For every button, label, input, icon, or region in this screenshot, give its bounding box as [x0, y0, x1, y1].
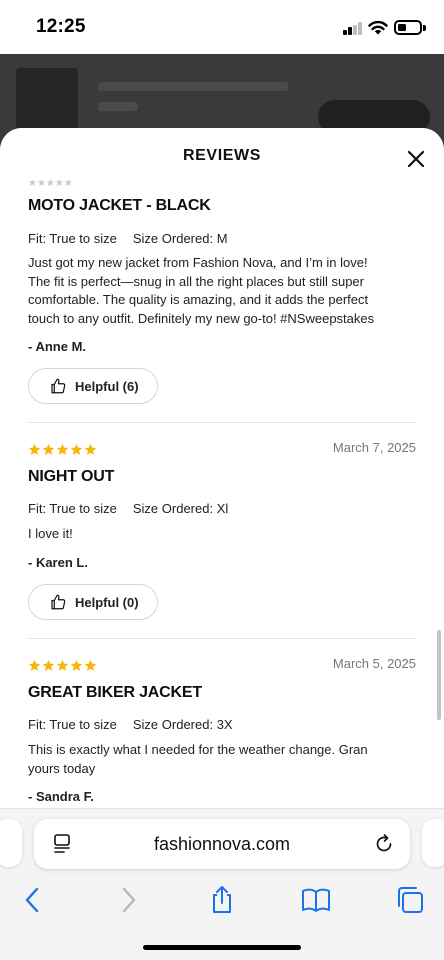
review-author: - Karen L. — [28, 555, 88, 570]
star-icon — [84, 659, 97, 671]
star-icon — [56, 659, 69, 671]
review-stars — [28, 443, 97, 457]
close-icon[interactable] — [402, 145, 430, 173]
review-fit: Fit: True to size — [28, 231, 117, 246]
product-price-placeholder — [98, 102, 138, 111]
review-stars — [28, 659, 97, 673]
address-bar[interactable]: fashionnova.com — [34, 819, 410, 869]
helpful-button[interactable]: Helpful (0) — [28, 584, 158, 620]
star-icon — [42, 443, 55, 455]
review-size: Size Ordered: M — [132, 231, 228, 246]
review-title: MOTO JACKET - BLACK — [28, 197, 211, 214]
reload-icon[interactable] — [372, 832, 396, 856]
review-date: March 5, 2025 — [332, 656, 416, 671]
star-icon — [70, 659, 83, 671]
next-tab-card[interactable] — [422, 819, 444, 867]
review-author: - Anne M. — [28, 339, 87, 354]
thumbs-up-icon — [51, 594, 66, 610]
previous-tab-card[interactable] — [0, 819, 22, 867]
review-divider — [28, 422, 416, 423]
review-date: March 7, 2025 — [332, 440, 416, 455]
tabs-icon[interactable] — [394, 884, 426, 916]
star-icon — [84, 443, 97, 455]
battery-icon — [394, 20, 426, 35]
cellular-signal-icon — [343, 22, 363, 35]
review-size: Size Ordered: 3X — [132, 717, 233, 732]
star-icon — [42, 659, 55, 671]
reviews-sheet: REVIEWS ★★★★★ MOTO JACKET - BLACK Fit: T… — [0, 128, 444, 808]
bookmarks-icon[interactable] — [300, 884, 332, 916]
review-author: - Sandra F. — [28, 789, 94, 804]
star-icon — [28, 443, 41, 455]
forward-icon[interactable] — [112, 884, 144, 916]
star-icon — [56, 443, 69, 455]
helpful-label: Helpful (0) — [75, 594, 139, 610]
thumbs-up-icon — [51, 378, 66, 394]
sheet-header: REVIEWS — [0, 128, 444, 180]
review-fit-row: Fit: True to size Size Ordered: M — [28, 231, 228, 246]
scrollbar[interactable] — [437, 630, 441, 720]
review-title: NIGHT OUT — [28, 468, 115, 485]
browser-url-area: fashionnova.com — [0, 808, 444, 880]
review-body: This is exactly what I needed for the we… — [28, 742, 368, 776]
star-icon — [70, 443, 83, 455]
status-bar: 12:25 — [0, 0, 444, 54]
review-title: GREAT BIKER JACKET — [28, 684, 202, 701]
wifi-icon — [368, 20, 388, 35]
helpful-label: Helpful (6) — [75, 378, 139, 394]
review-divider — [28, 638, 416, 639]
review-fit-row: Fit: True to size Size Ordered: Xl — [28, 501, 228, 516]
browser-toolbar — [0, 880, 444, 960]
product-name-placeholder — [98, 82, 288, 91]
review-size: Size Ordered: Xl — [132, 501, 229, 516]
star-icon — [28, 659, 41, 671]
helpful-button[interactable]: Helpful (6) — [28, 368, 158, 404]
sheet-title: REVIEWS — [183, 147, 261, 164]
status-time: 12:25 — [36, 16, 86, 37]
review-fit: Fit: True to size — [28, 501, 117, 516]
review-fit-row: Fit: True to size Size Ordered: 3X — [28, 717, 233, 732]
share-icon[interactable] — [206, 884, 238, 916]
back-icon[interactable] — [17, 884, 49, 916]
url-text[interactable]: fashionnova.com — [34, 834, 410, 855]
review-body: Just got my new jacket from Fashion Nova… — [28, 255, 375, 326]
review-fit: Fit: True to size — [28, 717, 117, 732]
review-body: I love it! — [28, 526, 73, 541]
home-indicator[interactable] — [143, 945, 301, 950]
